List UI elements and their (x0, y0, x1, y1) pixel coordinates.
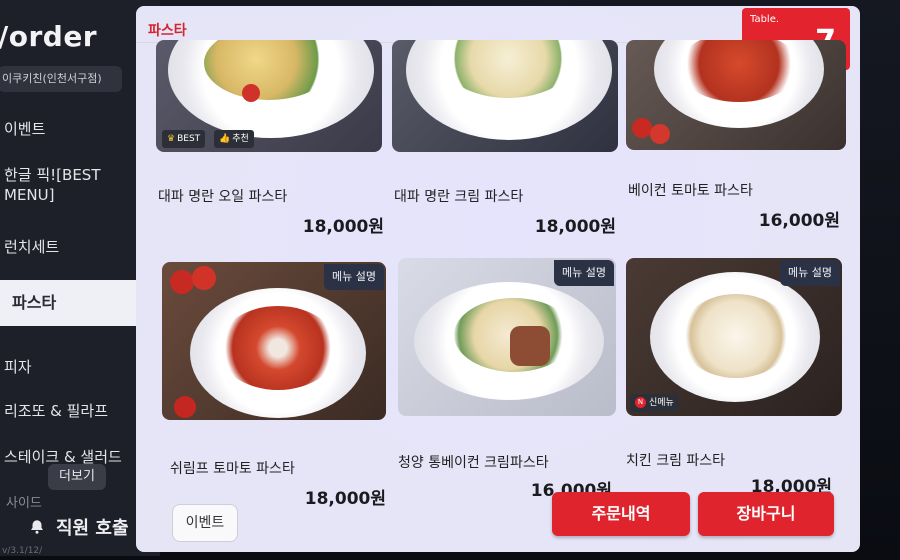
version-label: v/3.1/12/ (2, 546, 43, 556)
tag-new-menu: N 신메뉴 (630, 394, 679, 412)
menu-description-button[interactable]: 메뉴 설명 (554, 260, 614, 286)
menu-card-3[interactable]: 베이컨 토마토 파스타 16,000원 (626, 40, 846, 240)
sidebar-item-risotto-pilaf[interactable]: 리조또 & 필라프 (4, 400, 108, 421)
menu-card-1[interactable]: ♛ BEST 👍 추천 대파 명란 오일 파스타 18,000원 (156, 40, 384, 240)
table-label: Table. (750, 14, 780, 25)
menu-name: 청양 통베이컨 크림파스타 (398, 455, 549, 471)
store-name: 이쿠키친(인천서구점) (0, 66, 122, 92)
call-staff-button[interactable]: 직원 호출 (28, 514, 129, 540)
more-button[interactable]: 더보기 (48, 464, 106, 490)
menu-photo: ♛ BEST 👍 추천 (156, 40, 382, 152)
cart-button[interactable]: 장바구니 (698, 492, 834, 536)
menu-name: 대파 명란 오일 파스타 (158, 189, 288, 205)
menu-photo (392, 40, 618, 152)
menu-photo: 메뉴 설명 (162, 262, 386, 420)
category-title: 파스타 (148, 23, 187, 39)
sidebar-item-best-menu[interactable]: 한글 픽![BEST MENU] (4, 165, 138, 205)
menu-description-button[interactable]: 메뉴 설명 (780, 260, 840, 286)
menu-description-button[interactable]: 메뉴 설명 (324, 264, 384, 290)
menu-price: 16,000원 (758, 211, 840, 231)
sidebar-item-side[interactable]: 사이드 (6, 492, 42, 511)
tag-best: ♛ BEST (162, 130, 206, 148)
sidebar-item-pasta[interactable]: 파스타 (0, 280, 158, 326)
menu-price: 18,000원 (304, 489, 386, 509)
menu-card-2[interactable]: 대파 명란 크림 파스타 18,000원 (392, 40, 618, 240)
sidebar-item-lunch-set[interactable]: 런치세트 (4, 236, 59, 257)
menu-card-4[interactable]: 메뉴 설명 쉬림프 토마토 파스타 18,000원 (162, 262, 386, 509)
menu-card-6[interactable]: 메뉴 설명 N 신메뉴 치킨 크림 파스타 18,000원 (626, 258, 842, 498)
menu-name: 쉬림프 토마토 파스타 (170, 461, 295, 477)
menu-name: 치킨 크림 파스타 (626, 453, 726, 469)
bell-icon (31, 520, 43, 534)
app-logo: /order (0, 20, 98, 53)
call-staff-label: 직원 호출 (56, 518, 129, 539)
menu-photo: 메뉴 설명 (398, 258, 616, 416)
menu-price: 18,000원 (302, 217, 384, 237)
menu-price: 18,000원 (534, 217, 616, 237)
menu-photo (626, 40, 846, 150)
menu-name: 베이컨 토마토 파스타 (628, 183, 753, 199)
sidebar-item-pizza[interactable]: 피자 (4, 356, 32, 377)
menu-panel: 파스타 Table. 7 ♛BEST 👍추천 대파 명란 오일 파스타 18,0… (136, 6, 860, 552)
tag-recommend: 👍 추천 (214, 130, 254, 148)
menu-card-5[interactable]: 메뉴 설명 청양 통베이컨 크림파스타 16,000원 (398, 258, 616, 501)
order-history-button[interactable]: 주문내역 (552, 492, 690, 536)
event-button[interactable]: 이벤트 (172, 504, 238, 542)
menu-name: 대파 명란 크림 파스타 (394, 189, 524, 205)
sidebar-item-event[interactable]: 이벤트 (4, 118, 45, 139)
menu-photo: 메뉴 설명 N 신메뉴 (626, 258, 842, 416)
